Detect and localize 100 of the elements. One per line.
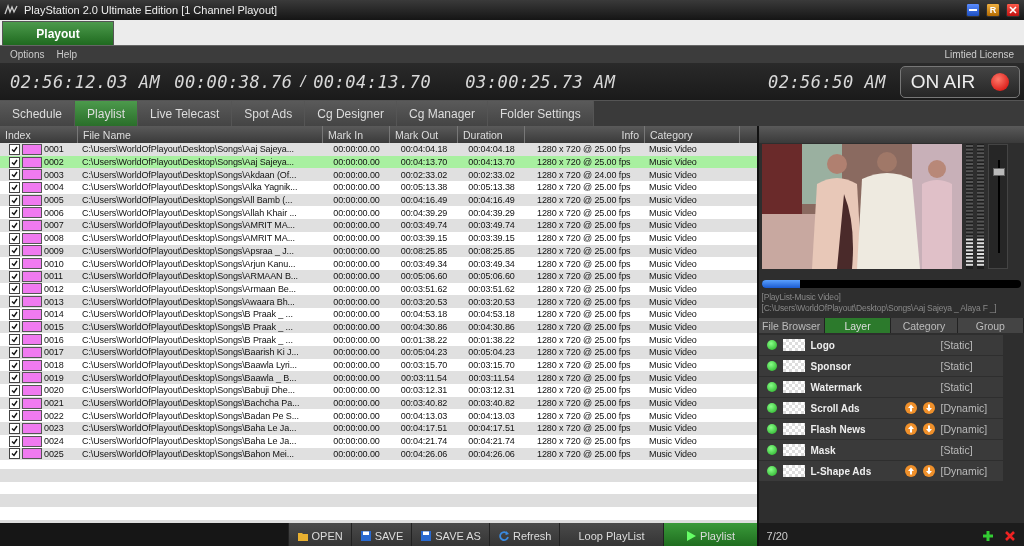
close-button[interactable] bbox=[1006, 3, 1020, 17]
checkbox[interactable] bbox=[9, 143, 20, 155]
down-arrow-icon[interactable] bbox=[922, 465, 935, 477]
checkbox[interactable] bbox=[9, 245, 20, 257]
tab[interactable]: Schedule bbox=[0, 101, 76, 126]
toolbar-button[interactable]: Loop PlayList bbox=[559, 523, 663, 546]
table-cell-text: Music Video bbox=[648, 283, 698, 294]
checkbox[interactable] bbox=[9, 359, 20, 371]
toolbar-button[interactable]: Refresh bbox=[488, 523, 560, 546]
playlist-row[interactable]: 0023 C:\Users\WorldOfPlayout\Desktop\Songs\Baha Le Ja... 00:00:00.00 00:04:17.51 00:04:17.51 1280 x 720 @ 25.00 fps Music Video bbox=[0, 422, 757, 435]
table-cell-text: 00:05:04.23 bbox=[399, 347, 449, 358]
up-arrow-icon[interactable] bbox=[904, 402, 917, 414]
layer-row[interactable]: Logo [Static] bbox=[758, 335, 1003, 355]
delete-icon[interactable] bbox=[1004, 529, 1016, 542]
checkbox[interactable] bbox=[9, 321, 20, 333]
playlist-row[interactable]: 0020 C:\Users\WorldOfPlayout\Desktop\Songs\Babuji Dhe... 00:00:00.00 00:03:12.31 00:03:12.31 1280 x 720 @ 25.00 fps Music Video bbox=[0, 384, 757, 397]
license-label: Limtied License bbox=[944, 49, 1014, 60]
playlist-row[interactable]: 0013 C:\Users\WorldOfPlayout\Desktop\Songs\Awaara Bh... 00:00:00.00 00:03:20.53 00:03:20.53 1280 x 720 @ 25.00 fps Music Video bbox=[0, 295, 757, 308]
volume-slider[interactable] bbox=[987, 144, 1008, 269]
playlist-row[interactable]: 0010 C:\Users\WorldOfPlayout\Desktop\Songs\Arjun Kanu... 00:00:00.00 00:03:49.34 00:03:49.34 1280 x 720 @ 25.00 fps Music Video bbox=[0, 257, 757, 270]
table-cell-text: 1280 x 720 @ 25.00 fps bbox=[536, 321, 632, 332]
checkbox[interactable] bbox=[9, 156, 20, 168]
table-cell-text: 00:03:11.54 bbox=[467, 372, 516, 383]
checkbox[interactable] bbox=[9, 372, 20, 384]
on-air-button[interactable]: ON AIR bbox=[900, 65, 1020, 98]
table-cell-text: 00:04:53.18 bbox=[399, 309, 449, 320]
checkbox[interactable] bbox=[9, 169, 20, 181]
table-cell-text: 1280 x 720 @ 25.00 fps bbox=[536, 423, 632, 434]
toolbar-button[interactable]: OPEN bbox=[287, 523, 351, 546]
status-dot[interactable] bbox=[766, 445, 777, 455]
status-dot[interactable] bbox=[766, 361, 777, 371]
tab[interactable]: Cg Manager bbox=[396, 101, 488, 126]
table-cell: 0003 bbox=[44, 169, 64, 180]
down-arrow-icon[interactable] bbox=[922, 423, 935, 435]
toolbar-button[interactable]: SAVE AS bbox=[411, 523, 489, 546]
status-dot[interactable] bbox=[766, 466, 777, 476]
checkbox[interactable] bbox=[9, 346, 20, 358]
layer-thumbnail bbox=[782, 402, 805, 414]
tab[interactable]: Live Telecast bbox=[138, 101, 233, 126]
status-dot[interactable] bbox=[766, 403, 777, 413]
layer-row[interactable]: Watermark [Static] bbox=[758, 377, 1003, 397]
mode-tab[interactable]: Playout bbox=[2, 21, 114, 45]
tab[interactable]: Spot Ads bbox=[232, 101, 306, 126]
checkbox[interactable] bbox=[9, 258, 20, 270]
menu-item[interactable]: Help bbox=[56, 49, 78, 60]
table-cell-text: Music Video bbox=[648, 360, 698, 371]
minimize-button[interactable] bbox=[966, 3, 980, 17]
tab[interactable]: Cg Designer bbox=[305, 101, 397, 126]
tab[interactable]: Folder Settings bbox=[488, 101, 594, 126]
playlist-row[interactable]: 0019 C:\Users\WorldOfPlayout\Desktop\Songs\Baawla _ B... 00:00:00.00 00:03:11.54 00:03:11.54 1280 x 720 @ 25.00 fps Music Video bbox=[0, 371, 757, 385]
playlist-row[interactable]: 0006 C:\Users\WorldOfPlayout\Desktop\Songs\Allah Khair ... 00:00:00.00 00:04:39.29 00:04:39.29 1280 x 720 @ 25.00 fps Music Video bbox=[0, 206, 757, 220]
layer-row[interactable]: Flash News [Dynamic] bbox=[758, 419, 1003, 439]
status-dot[interactable] bbox=[766, 340, 777, 350]
table-cell-text: 00:00:00.00 bbox=[332, 321, 381, 332]
add-icon[interactable] bbox=[982, 529, 994, 542]
checkbox[interactable] bbox=[9, 270, 20, 282]
panel-tab[interactable]: Layer bbox=[824, 318, 892, 333]
checkbox[interactable] bbox=[9, 219, 20, 231]
system-time: 02:56:50 AM bbox=[767, 71, 886, 92]
menu-item[interactable]: Options bbox=[10, 49, 45, 60]
panel-tab[interactable]: File Browser bbox=[758, 318, 825, 333]
checkbox[interactable] bbox=[9, 410, 20, 422]
playlist-row[interactable]: 0001 C:\Users\WorldOfPlayout\Desktop\Songs\Aaj Sajeya... 00:00:00.00 00:04:04.18 00:04:04.18 1280 x 720 @ 25.00 fps Music Video bbox=[0, 143, 757, 156]
up-arrow-icon[interactable] bbox=[904, 423, 917, 435]
checkbox[interactable] bbox=[9, 283, 20, 295]
table-cell-text: 00:04:17.51 bbox=[399, 423, 449, 434]
layer-row[interactable]: Mask [Static] bbox=[758, 440, 1003, 460]
playlist-row[interactable]: 0016 C:\Users\WorldOfPlayout\Desktop\Songs\B Praak _ ... 00:00:00.00 00:01:38.22 00:01:38.22 1280 x 720 @ 25.00 fps Music Video bbox=[0, 333, 757, 346]
panel-tab[interactable]: Group bbox=[957, 318, 1024, 333]
playlist-row[interactable]: 0007 C:\Users\WorldOfPlayout\Desktop\Songs\AMRIT MA... 00:00:00.00 00:03:49.74 00:03:49.74 1280 x 720 @ 25.00 fps Music Video bbox=[0, 219, 757, 232]
checkbox[interactable] bbox=[9, 232, 20, 244]
playlist-row[interactable]: 0004 C:\Users\WorldOfPlayout\Desktop\Songs\Alka Yagnik... 00:00:00.00 00:05:13.38 00:05:13.38 1280 x 720 @ 25.00 fps Music Video bbox=[0, 181, 757, 194]
checkbox[interactable] bbox=[9, 207, 20, 219]
checkbox[interactable] bbox=[9, 422, 20, 434]
checkbox[interactable] bbox=[9, 194, 20, 206]
down-arrow-icon[interactable] bbox=[922, 402, 935, 414]
tab[interactable]: Playlist bbox=[75, 101, 139, 126]
layer-row[interactable]: Sponsor [Static] bbox=[758, 356, 1003, 376]
playlist-row[interactable]: 0022 C:\Users\WorldOfPlayout\Desktop\Songs\Badan Pe S... 00:00:00.00 00:04:13.03 00:04:13.03 1280 x 720 @ 25.00 fps Music Video bbox=[0, 409, 757, 423]
checkbox[interactable] bbox=[9, 296, 20, 308]
playlist-row[interactable]: 0003 C:\Users\WorldOfPlayout\Desktop\Songs\Akdaan (Of... 00:00:00.00 00:02:33.02 00:02:33.02 1280 x 720 @ 24.00 fps Music Video bbox=[0, 168, 757, 182]
toolbar-button[interactable]: Playlist bbox=[662, 523, 757, 546]
layer-row[interactable]: L-Shape Ads [Dynamic] bbox=[758, 461, 1003, 481]
checkbox[interactable] bbox=[9, 448, 20, 460]
slider-thumb[interactable] bbox=[992, 167, 1005, 176]
toolbar-button[interactable]: SAVE bbox=[350, 523, 412, 546]
checkbox[interactable] bbox=[9, 397, 20, 409]
table-cell-text: C:\Users\WorldOfPlayout\Desktop\Songs\Baarish Ki J... bbox=[81, 347, 300, 358]
layer-row[interactable]: Scroll Ads [Dynamic] bbox=[758, 398, 1003, 418]
status-dot[interactable] bbox=[766, 382, 777, 392]
checkbox[interactable] bbox=[9, 308, 20, 320]
checkbox[interactable] bbox=[9, 181, 20, 193]
status-dot[interactable] bbox=[766, 424, 777, 434]
panel-tab[interactable]: Category bbox=[891, 318, 958, 333]
checkbox[interactable] bbox=[9, 334, 20, 346]
checkbox[interactable] bbox=[9, 435, 20, 447]
table-cell-text: 00:08:25.85 bbox=[467, 245, 516, 256]
checkbox[interactable] bbox=[9, 384, 20, 396]
up-arrow-icon[interactable] bbox=[904, 465, 917, 477]
playlist-row[interactable]: 0017 C:\Users\WorldOfPlayout\Desktop\Songs\Baarish Ki J... 00:00:00.00 00:05:04.23 00:05:04.23 1280 x 720 @ 25.00 fps Music Video bbox=[0, 346, 757, 359]
